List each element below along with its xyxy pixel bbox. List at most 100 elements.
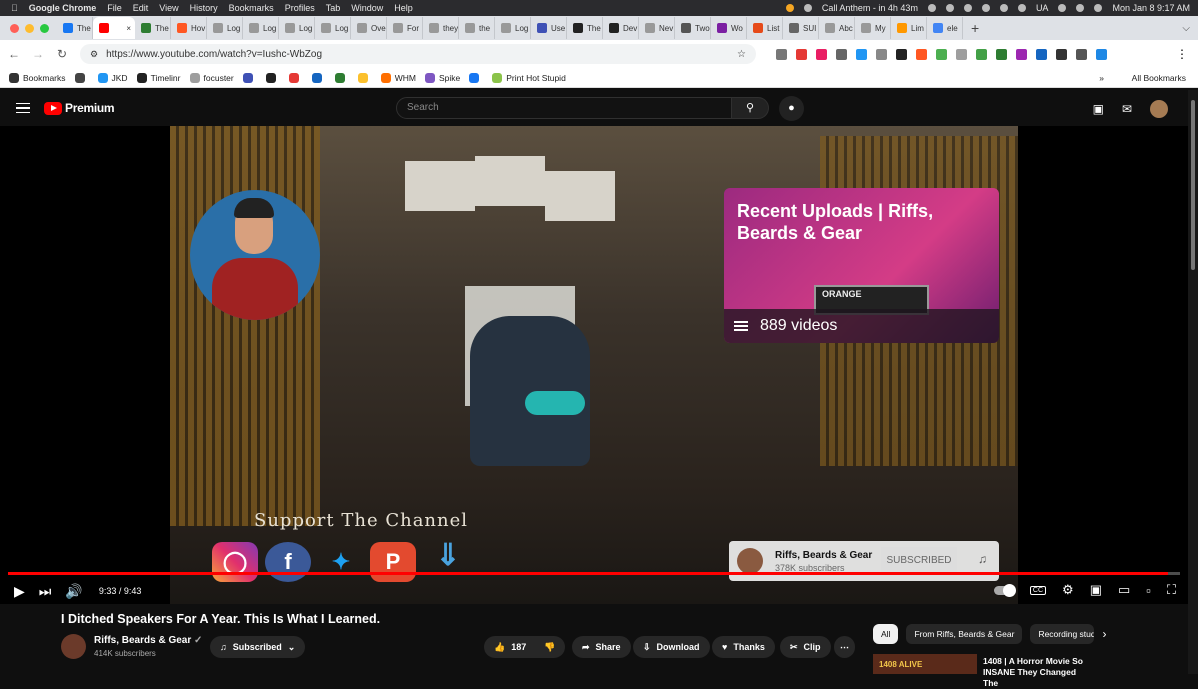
recommended-thumbnail[interactable]: 1408 ALIVE bbox=[873, 654, 977, 674]
account-avatar[interactable] bbox=[1150, 100, 1168, 118]
extension-icon[interactable] bbox=[916, 48, 927, 60]
voice-search-button[interactable]: ● bbox=[779, 96, 804, 121]
profile-menu-button[interactable]: ⋮ bbox=[1176, 47, 1188, 61]
wifi-icon[interactable] bbox=[1058, 4, 1067, 12]
subscribed-dropdown[interactable]: ♫ Subscribed ⌄ bbox=[210, 636, 306, 658]
status-icon[interactable] bbox=[927, 4, 936, 12]
bookmark-item[interactable]: Print Hot Stupid bbox=[492, 72, 566, 83]
menu-help[interactable]: Help bbox=[394, 3, 413, 13]
autoplay-toggle[interactable] bbox=[993, 583, 1016, 597]
browser-tab[interactable]: The bbox=[57, 17, 93, 39]
bookmark-item[interactable] bbox=[334, 72, 349, 83]
browser-tab[interactable]: Log bbox=[243, 17, 279, 39]
menu-window[interactable]: Window bbox=[351, 3, 383, 13]
extension-icon[interactable] bbox=[956, 48, 967, 60]
browser-tab[interactable]: Wo bbox=[711, 17, 747, 39]
twitter-icon[interactable]: ✦ bbox=[318, 542, 364, 582]
minimize-window-button[interactable] bbox=[25, 23, 34, 33]
browser-tab[interactable]: The bbox=[567, 17, 603, 39]
menu-bookmarks[interactable]: Bookmarks bbox=[229, 3, 274, 13]
bookmark-item[interactable]: WHM bbox=[380, 72, 416, 83]
status-icon[interactable] bbox=[963, 4, 972, 12]
captions-icon[interactable]: CC bbox=[1029, 585, 1047, 595]
status-icon[interactable] bbox=[999, 4, 1008, 12]
menu-profiles[interactable]: Profiles bbox=[285, 3, 315, 13]
new-tab-button[interactable]: + bbox=[971, 20, 979, 36]
browser-tab[interactable]: the bbox=[459, 17, 495, 39]
channel-name[interactable]: Riffs, Beards & Gear ✓ bbox=[94, 635, 202, 646]
play-icon[interactable]: ▶ bbox=[14, 583, 25, 600]
thanks-button[interactable]: ♥ Thanks bbox=[712, 636, 775, 658]
extension-icon[interactable] bbox=[1036, 48, 1047, 60]
extension-icon[interactable] bbox=[896, 48, 907, 60]
status-icon[interactable] bbox=[803, 4, 812, 12]
bookmark-item[interactable] bbox=[311, 72, 326, 83]
extension-icon[interactable] bbox=[1076, 48, 1087, 60]
youtube-logo[interactable]: Premium bbox=[44, 101, 115, 115]
theater-mode-icon[interactable]: ▭ bbox=[1118, 582, 1130, 598]
extension-icon[interactable] bbox=[976, 48, 987, 60]
extension-icon[interactable] bbox=[1096, 48, 1107, 60]
bookmark-item[interactable]: focuster bbox=[189, 72, 234, 83]
bookmark-item[interactable] bbox=[469, 72, 483, 83]
create-icon[interactable]: ▣ bbox=[1093, 102, 1104, 116]
extension-icon[interactable] bbox=[1056, 48, 1067, 60]
video-player[interactable]: Recent Uploads | Riffs, Beards & Gear OR… bbox=[0, 126, 1188, 604]
url-text[interactable]: https://www.youtube.com/watch?v=Iushc-Wb… bbox=[106, 49, 322, 60]
input-source[interactable]: UA bbox=[1036, 3, 1049, 13]
site-info-icon[interactable]: ⚙ bbox=[90, 49, 98, 60]
browser-tab[interactable]: SUI bbox=[783, 17, 819, 39]
search-icon[interactable] bbox=[1076, 4, 1085, 12]
browser-tab[interactable]: Two bbox=[675, 17, 711, 39]
extension-icon[interactable] bbox=[876, 48, 887, 60]
menu-edit[interactable]: Edit bbox=[133, 3, 149, 13]
recommended-title[interactable]: 1408 | A Horror Movie So INSANE They Cha… bbox=[983, 656, 1093, 689]
miniplayer-icon[interactable]: ▣ bbox=[1090, 582, 1102, 598]
browser-tab[interactable]: My bbox=[855, 17, 891, 39]
status-icon[interactable] bbox=[945, 4, 954, 12]
facebook-icon[interactable]: f bbox=[265, 542, 311, 582]
browser-tab[interactable]: Use bbox=[531, 17, 567, 39]
next-icon[interactable]: ⏭ bbox=[39, 583, 52, 600]
cast-icon[interactable]: ▫ bbox=[1146, 583, 1151, 598]
bell-icon[interactable]: ♫ bbox=[978, 552, 987, 566]
clock[interactable]: Mon Jan 8 9:17 AM bbox=[1112, 3, 1190, 13]
status-icon[interactable] bbox=[785, 4, 794, 12]
chip-from-channel[interactable]: From Riffs, Beards & Gear bbox=[906, 624, 1023, 644]
extension-icon[interactable] bbox=[776, 48, 787, 60]
address-bar[interactable]: ⚙ https://www.youtube.com/watch?v=Iushc-… bbox=[80, 44, 756, 64]
notifications-icon[interactable]: ✉ bbox=[1122, 102, 1132, 116]
bookmark-item[interactable]: Timelinr bbox=[136, 72, 181, 83]
browser-tab[interactable]: Hov bbox=[171, 17, 207, 39]
dislike-button[interactable]: 👎 bbox=[534, 636, 566, 658]
extension-icon[interactable] bbox=[836, 48, 847, 60]
close-window-button[interactable] bbox=[10, 23, 19, 33]
browser-tab[interactable]: Nev bbox=[639, 17, 675, 39]
browser-tab[interactable]: The bbox=[135, 17, 171, 39]
extension-icon[interactable] bbox=[856, 48, 867, 60]
patreon-icon[interactable]: P bbox=[370, 542, 416, 582]
status-icon[interactable] bbox=[1017, 4, 1026, 12]
download-button[interactable]: ⇩ Download bbox=[633, 636, 710, 658]
extension-icon[interactable] bbox=[816, 48, 827, 60]
bookmark-star-icon[interactable]: ☆ bbox=[737, 49, 746, 60]
menu-view[interactable]: View bbox=[159, 3, 178, 13]
back-button[interactable]: ← bbox=[4, 47, 24, 61]
volume-icon[interactable]: 🔊 bbox=[65, 583, 82, 600]
chevron-right-icon[interactable]: › bbox=[1102, 624, 1106, 644]
status-icon[interactable] bbox=[981, 4, 990, 12]
end-screen-playlist-card[interactable]: Recent Uploads | Riffs, Beards & Gear OR… bbox=[724, 188, 999, 343]
browser-tab[interactable]: List bbox=[747, 17, 783, 39]
page-scrollbar[interactable] bbox=[1188, 90, 1198, 674]
bookmark-item[interactable] bbox=[357, 72, 372, 83]
control-center-icon[interactable] bbox=[1094, 4, 1103, 12]
bookmark-item[interactable]: Spike bbox=[425, 72, 460, 83]
apple-icon[interactable]:  bbox=[11, 3, 18, 13]
share-button[interactable]: ➦ Share bbox=[572, 636, 631, 658]
browser-tab[interactable]: Log bbox=[495, 17, 531, 39]
extension-icon[interactable] bbox=[996, 48, 1007, 60]
menu-tab[interactable]: Tab bbox=[326, 3, 341, 13]
extension-icon[interactable] bbox=[1016, 48, 1027, 60]
fullscreen-icon[interactable]: ⛶ bbox=[1167, 582, 1176, 598]
browser-tab[interactable]: Ove bbox=[351, 17, 387, 39]
